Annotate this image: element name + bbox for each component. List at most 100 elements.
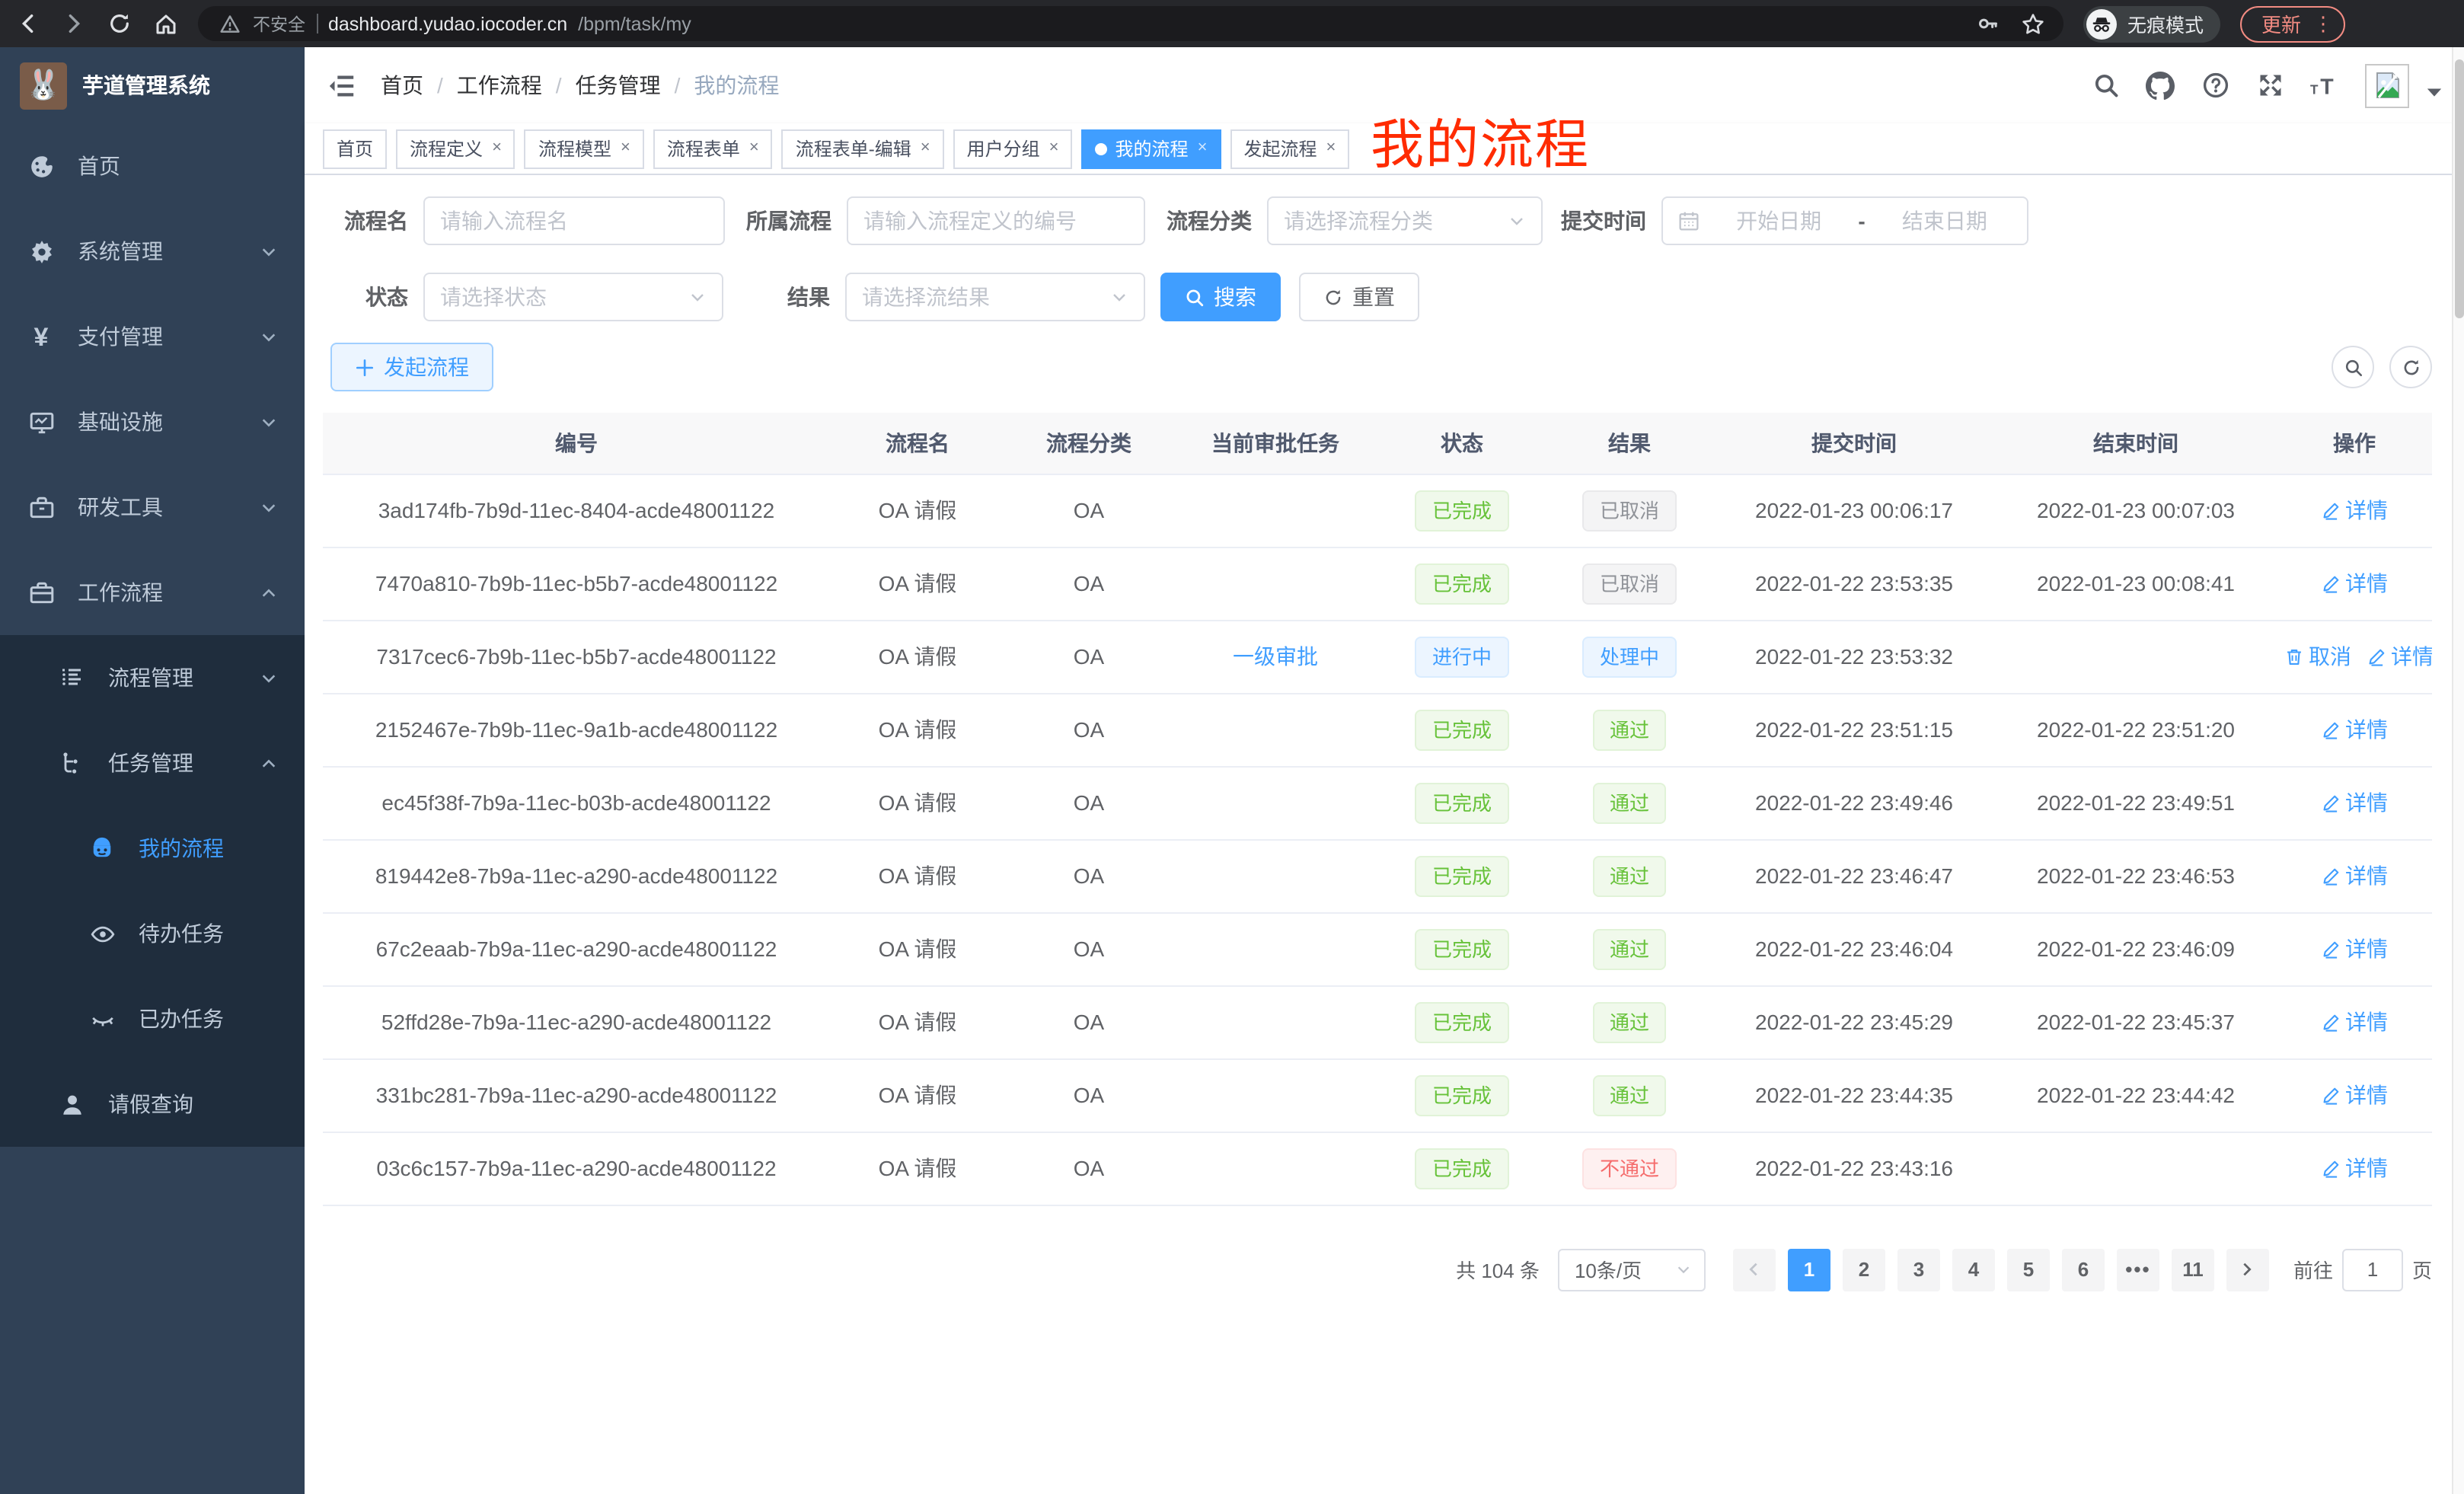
process-definition-input[interactable] <box>863 209 1128 233</box>
tab-发起流程[interactable]: 发起流程× <box>1230 129 1349 168</box>
scrollbar-thumb[interactable] <box>2455 59 2464 318</box>
result-badge-cell: 通过 <box>1546 839 1713 912</box>
page-size-select[interactable]: 10条/页 <box>1558 1248 1706 1291</box>
status-badge-cell: 已完成 <box>1378 693 1546 766</box>
page-button-5[interactable]: 5 <box>2007 1248 2050 1291</box>
submit-time: 2022-01-22 23:46:04 <box>1713 912 1995 985</box>
bookmark-star-icon[interactable] <box>2019 11 2045 37</box>
tab-流程模型[interactable]: 流程模型× <box>525 129 644 168</box>
goto-page-input[interactable] <box>2342 1248 2403 1291</box>
avatar-broken-image[interactable] <box>2365 63 2409 107</box>
tab-close-icon[interactable]: × <box>1198 140 1208 157</box>
submit-time-range-picker[interactable]: 开始日期 - 结束日期 <box>1661 196 2028 245</box>
reload-icon[interactable] <box>107 11 132 37</box>
sidebar-item-system[interactable]: 系统管理 <box>0 209 305 294</box>
tab-close-icon[interactable]: × <box>492 140 502 157</box>
tab-close-icon[interactable]: × <box>621 140 630 157</box>
result-badge-cell: 通过 <box>1546 693 1713 766</box>
detail-action-link[interactable]: 详情 <box>2321 495 2388 525</box>
next-page-button[interactable] <box>2226 1248 2269 1291</box>
browser-menu-icon[interactable]: ⋮ <box>2313 14 2333 34</box>
status-select[interactable]: 请选择状态 <box>423 273 723 321</box>
avatar-caret-icon[interactable] <box>2426 79 2443 107</box>
reset-button[interactable]: 重置 <box>1299 273 1419 321</box>
search-button[interactable]: 搜索 <box>1160 273 1281 321</box>
detail-action-link[interactable]: 详情 <box>2321 787 2388 818</box>
sidebar-item-workflow[interactable]: 工作流程 <box>0 550 305 635</box>
column-header: 操作 <box>2277 413 2432 474</box>
sidebar-item-leave-query[interactable]: 请假查询 <box>0 1061 305 1147</box>
font-size-icon[interactable]: TT <box>2310 71 2339 100</box>
github-icon[interactable] <box>2146 71 2175 100</box>
fullscreen-icon[interactable] <box>2255 71 2284 100</box>
sidebar-item-todo-tasks[interactable]: 待办任务 <box>0 891 305 976</box>
detail-action-link[interactable]: 详情 <box>2321 860 2388 891</box>
address-bar[interactable]: 不安全 dashboard.yudao.iocoder.cn/bpm/task/… <box>198 6 2063 41</box>
column-header: 当前审批任务 <box>1173 413 1378 474</box>
sidebar-item-task-mgmt[interactable]: 任务管理 <box>0 720 305 806</box>
search-button-label: 搜索 <box>1214 282 1256 312</box>
help-icon[interactable] <box>2201 71 2229 100</box>
sidebar-item-process-mgmt[interactable]: 流程管理 <box>0 635 305 720</box>
update-label[interactable]: 更新 <box>2261 9 2301 38</box>
breadcrumb-item[interactable]: 首页 <box>381 70 423 101</box>
tab-close-icon[interactable]: × <box>1326 140 1336 157</box>
submit-time: 2022-01-23 00:06:17 <box>1713 474 1995 547</box>
toggle-search-icon[interactable] <box>2332 346 2374 388</box>
detail-action-link[interactable]: 详情 <box>2321 1007 2388 1037</box>
page-button-4[interactable]: 4 <box>1952 1248 1995 1291</box>
url-host[interactable]: dashboard.yudao.iocoder.cn <box>328 13 567 34</box>
create-process-button[interactable]: 发起流程 <box>330 343 493 391</box>
process-name-input[interactable] <box>440 209 708 233</box>
more-pages-icon[interactable]: ••• <box>2117 1248 2159 1291</box>
hamburger-icon[interactable] <box>326 70 356 101</box>
sidebar-item-infra[interactable]: 基础设施 <box>0 379 305 464</box>
category-select[interactable]: 请选择流程分类 <box>1267 196 1543 245</box>
detail-action-link[interactable]: 详情 <box>2321 1153 2388 1183</box>
tab-close-icon[interactable]: × <box>921 140 930 157</box>
page-button-11[interactable]: 11 <box>2172 1248 2214 1291</box>
forward-icon[interactable] <box>61 11 87 37</box>
tab-close-icon[interactable]: × <box>749 140 759 157</box>
app-logo-row[interactable]: 🐰 芋道管理系统 <box>0 47 305 123</box>
total-count: 共 104 条 <box>1456 1255 1540 1284</box>
prev-page-button[interactable] <box>1733 1248 1776 1291</box>
detail-action-link[interactable]: 详情 <box>2321 714 2388 745</box>
breadcrumb-item[interactable]: 工作流程 <box>457 70 542 101</box>
detail-action-link[interactable]: 详情 <box>2321 1080 2388 1110</box>
tab-首页[interactable]: 首页 <box>323 129 387 168</box>
detail-action-link[interactable]: 详情 <box>2321 934 2388 964</box>
tab-流程定义[interactable]: 流程定义× <box>396 129 515 168</box>
page-button-6[interactable]: 6 <box>2062 1248 2105 1291</box>
page-button-1[interactable]: 1 <box>1788 1248 1830 1291</box>
sidebar-item-my-process[interactable]: 我的流程 <box>0 806 305 891</box>
key-icon[interactable] <box>1975 11 2001 37</box>
header-search-icon[interactable] <box>2091 71 2120 100</box>
sidebar-item-home[interactable]: 首页 <box>0 123 305 209</box>
current-task-cell <box>1173 1058 1378 1132</box>
update-button[interactable]: 更新 ⋮ <box>2240 5 2345 42</box>
detail-action-link[interactable]: 详情 <box>2321 568 2388 599</box>
tab-流程表单-编辑[interactable]: 流程表单-编辑× <box>782 129 944 168</box>
result-select[interactable]: 请选择流结果 <box>845 273 1145 321</box>
back-icon[interactable] <box>15 11 41 37</box>
sidebar-item-done-tasks[interactable]: 已办任务 <box>0 976 305 1061</box>
cancel-action-link[interactable]: 取消 <box>2284 641 2351 672</box>
refresh-icon[interactable] <box>2389 346 2432 388</box>
sidebar-item-devtools[interactable]: 研发工具 <box>0 464 305 550</box>
security-label[interactable]: 不安全 <box>253 11 305 36</box>
tab-用户分组[interactable]: 用户分组× <box>953 129 1073 168</box>
page-button-2[interactable]: 2 <box>1843 1248 1885 1291</box>
task-link[interactable]: 一级审批 <box>1233 644 1318 669</box>
page-scrollbar[interactable] <box>2452 47 2464 1494</box>
tab-流程表单[interactable]: 流程表单× <box>653 129 773 168</box>
breadcrumb-item[interactable]: 任务管理 <box>576 70 661 101</box>
tab-close-icon[interactable]: × <box>1049 140 1059 157</box>
sidebar-item-payment[interactable]: ¥ 支付管理 <box>0 294 305 379</box>
process-name: OA 请假 <box>830 547 1005 620</box>
detail-action-link[interactable]: 详情 <box>2367 641 2432 672</box>
page-button-3[interactable]: 3 <box>1897 1248 1940 1291</box>
tab-我的流程[interactable]: 我的流程× <box>1082 129 1221 168</box>
home-icon[interactable] <box>152 11 178 37</box>
url-path[interactable]: /bpm/task/my <box>578 13 691 34</box>
